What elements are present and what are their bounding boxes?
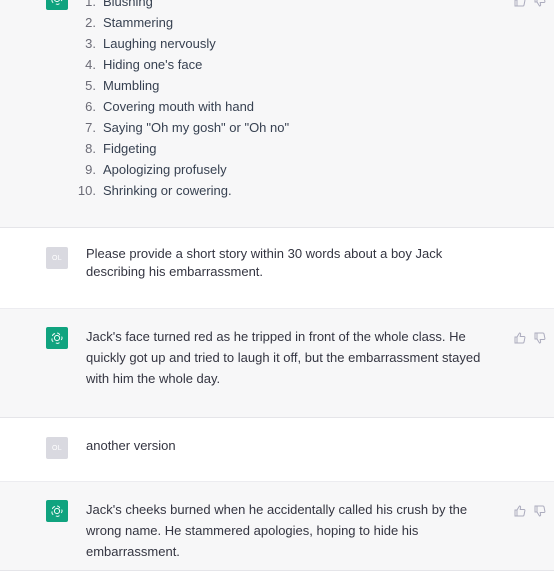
assistant-message: Jack's face turned red as he tripped in …: [0, 309, 554, 418]
list-item: 2. Stammering: [85, 15, 174, 30]
user-message-text: another version: [86, 438, 176, 453]
list-item: 7. Saying "Oh my gosh" or "Oh no": [85, 120, 290, 135]
chatgpt-logo-icon: [46, 500, 68, 522]
thumbs-up-icon[interactable]: [514, 0, 526, 7]
list-item: 6. Covering mouth with hand: [85, 99, 255, 114]
assistant-message-text: Jack's cheeks burned when he accidentall…: [86, 502, 468, 559]
list-item: 5. Mumbling: [85, 78, 160, 93]
list-item: 3. Laughing nervously: [85, 36, 216, 51]
list-item: 1. Blushing: [85, 0, 153, 9]
user-avatar: OL: [46, 437, 68, 459]
feedback-buttons: [514, 504, 546, 517]
assistant-message: Jack's cheeks burned when he accidentall…: [0, 482, 554, 571]
assistant-message-text: Jack's face turned red as he tripped in …: [86, 329, 481, 386]
feedback-buttons: [514, 331, 546, 344]
thumbs-up-icon[interactable]: [514, 504, 526, 517]
chatgpt-logo-icon: [46, 327, 68, 349]
assistant-message-list: 1. Blushing 2. Stammering 3. Laughing nervo…: [0, 0, 554, 228]
list-item: 8. Fidgeting: [85, 141, 157, 156]
thumbs-down-icon[interactable]: [534, 331, 546, 344]
user-message-text: Please provide a short story within 30 w…: [86, 246, 443, 279]
user-avatar: OL: [46, 247, 68, 269]
thumbs-down-icon[interactable]: [534, 504, 546, 517]
list-item: 10. Shrinking or cowering.: [77, 183, 232, 198]
embarrassment-signs-list: 1. Blushing 2. Stammering 3. Laughing nervo…: [76, 0, 289, 201]
thumbs-up-icon[interactable]: [514, 331, 526, 344]
thumbs-down-icon[interactable]: [534, 0, 546, 7]
user-message: OL Please provide a short story within 3…: [0, 228, 554, 309]
feedback-buttons: [514, 0, 546, 7]
list-item: 4. Hiding one's face: [85, 57, 203, 72]
list-item: 9. Apologizing profusely: [85, 162, 227, 177]
chatgpt-logo-icon: [46, 0, 68, 10]
user-message: OL another version: [0, 418, 554, 482]
